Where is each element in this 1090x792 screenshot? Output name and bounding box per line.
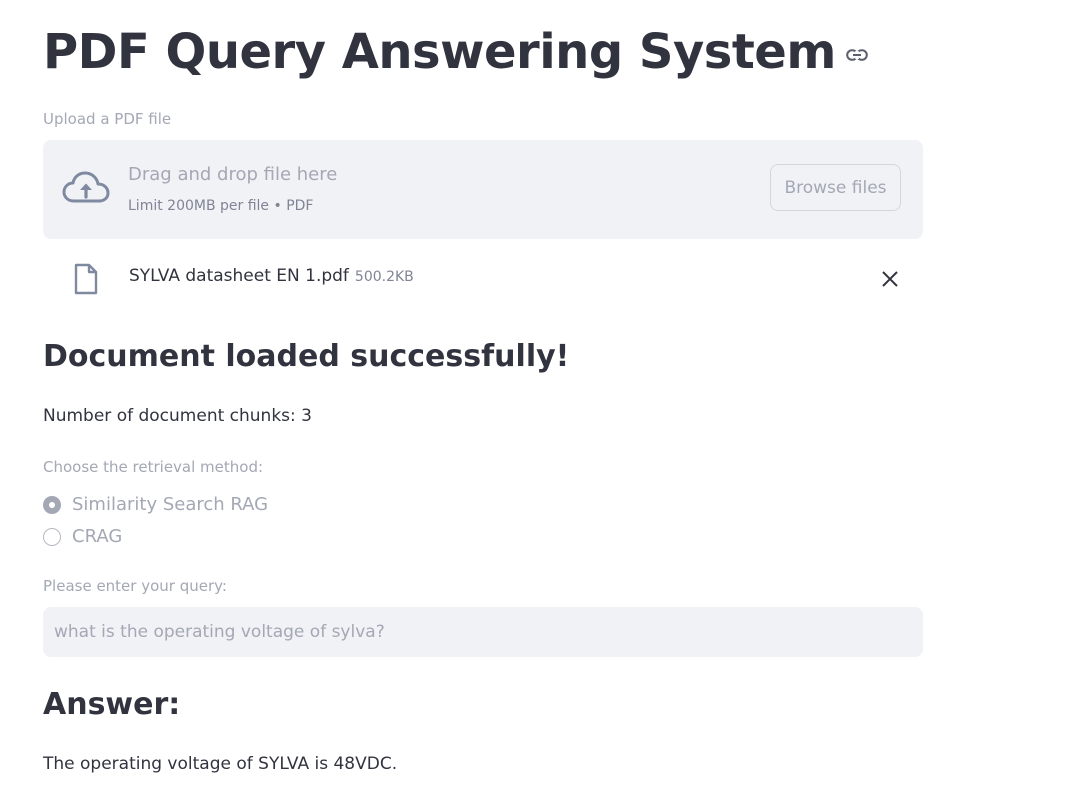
radio-similarity-search-rag[interactable]: Similarity Search RAG: [43, 494, 268, 515]
radio-crag[interactable]: CRAG: [43, 526, 122, 547]
link-icon[interactable]: [846, 48, 868, 62]
answer-heading: Answer:: [43, 687, 181, 722]
radio-unselected-indicator[interactable]: [43, 527, 61, 546]
retrieval-method-label: Choose the retrieval method:: [43, 458, 264, 476]
chunk-count-text: Number of document chunks: 3: [43, 406, 312, 426]
uploaded-file-row: SYLVA datasheet EN 1.pdf 500.2KB: [43, 258, 923, 298]
dropzone-instructions: Drag and drop file here: [128, 164, 338, 185]
radio-selected-indicator[interactable]: [43, 495, 61, 514]
title-row: PDF Query Answering System: [43, 22, 868, 82]
browse-files-button[interactable]: Browse files: [770, 164, 901, 211]
file-name-text: SYLVA datasheet EN 1.pdf: [129, 266, 349, 286]
file-dropzone[interactable]: Drag and drop file here Limit 200MB per …: [43, 140, 923, 239]
file-size: 500.2KB: [354, 269, 414, 285]
cloud-upload-icon: [62, 171, 110, 203]
query-input[interactable]: [43, 607, 923, 657]
file-icon: [74, 263, 98, 295]
dropzone-limit: Limit 200MB per file • PDF: [128, 198, 314, 214]
close-icon[interactable]: [881, 270, 899, 288]
answer-text: The operating voltage of SYLVA is 48VDC.: [43, 754, 398, 774]
page-title: PDF Query Answering System: [43, 24, 836, 80]
uploaded-file-name: SYLVA datasheet EN 1.pdf 500.2KB: [129, 266, 414, 286]
app-page: PDF Query Answering System Upload a PDF …: [0, 0, 1090, 792]
radio-label: Similarity Search RAG: [72, 494, 269, 515]
radio-label: CRAG: [72, 526, 123, 547]
upload-label: Upload a PDF file: [43, 110, 172, 128]
query-label: Please enter your query:: [43, 577, 227, 595]
status-heading: Document loaded successfully!: [43, 339, 570, 374]
